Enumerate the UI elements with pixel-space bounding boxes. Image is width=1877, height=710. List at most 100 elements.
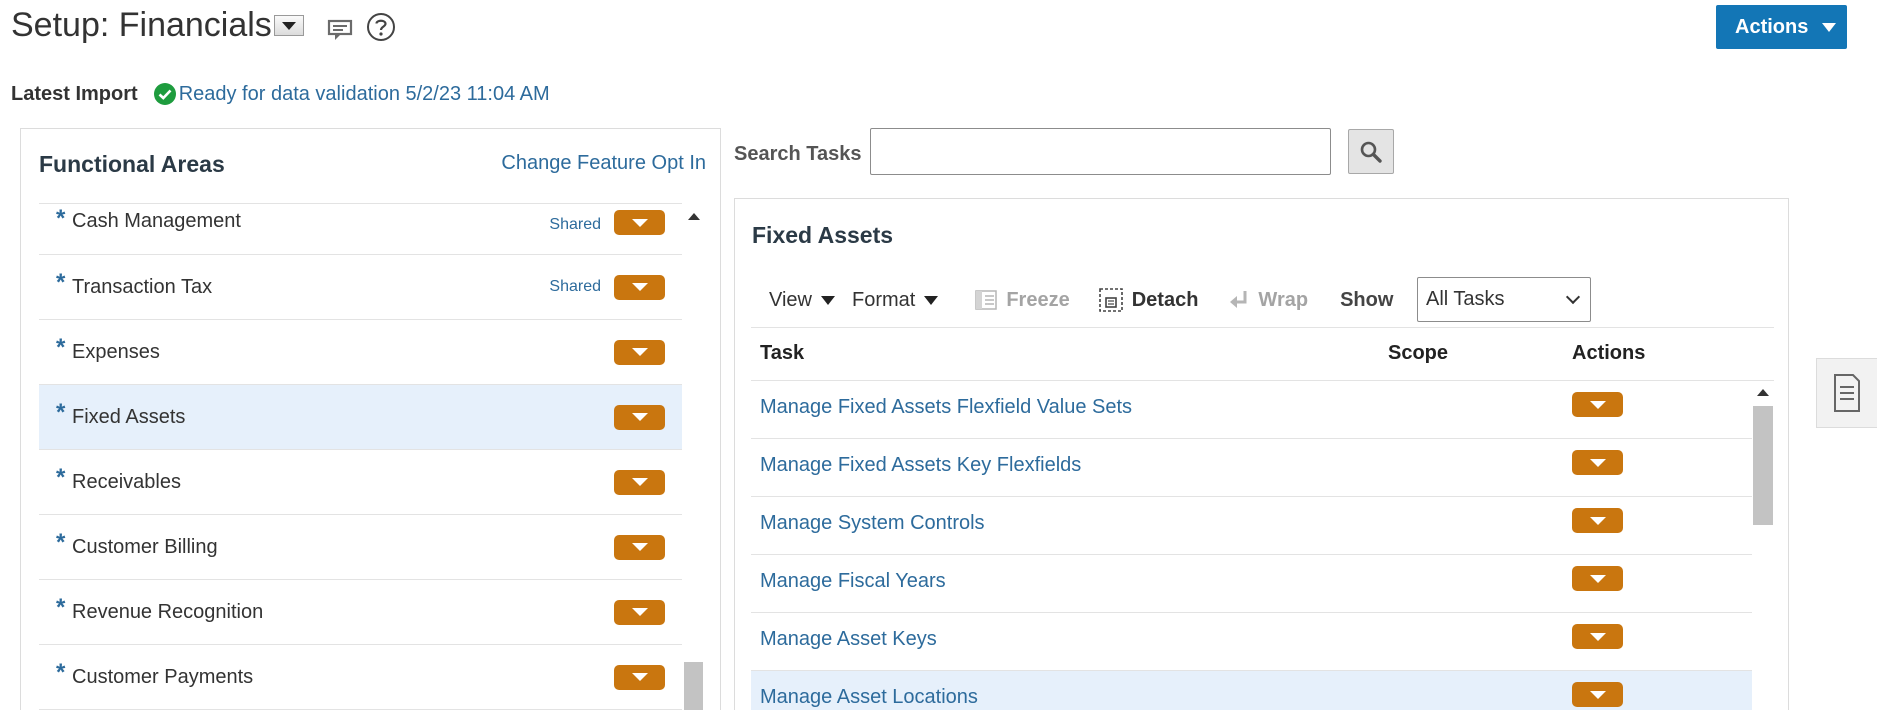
show-filter-select[interactable]: All Tasks [1417, 277, 1591, 322]
caret-down-icon [631, 543, 648, 551]
functional-area-item[interactable]: * Revenue Recognition [39, 580, 682, 645]
functional-area-item[interactable]: * Receivables [39, 450, 682, 515]
task-link[interactable]: Manage Asset Locations [760, 686, 978, 709]
caret-down-icon [282, 21, 296, 30]
row-actions-button[interactable] [614, 339, 665, 365]
scroll-up-icon[interactable] [1757, 389, 1769, 396]
detach-label: Detach [1131, 288, 1199, 311]
required-marker: * [56, 529, 66, 556]
format-menu[interactable]: Format [852, 288, 939, 312]
latest-import: Latest Import Ready for data validation … [11, 82, 550, 106]
search-tasks-label: Search Tasks [734, 143, 862, 165]
view-menu[interactable]: View [769, 289, 835, 312]
functional-area-item[interactable]: * Cash Management Shared [39, 204, 682, 255]
required-marker: * [56, 269, 66, 296]
search-tasks-input[interactable] [870, 128, 1331, 175]
functional-area-name[interactable]: Fixed Assets [72, 406, 185, 429]
functional-area-name[interactable]: Receivables [72, 471, 181, 494]
functional-area-name[interactable]: Expenses [72, 341, 160, 364]
functional-areas-title: Functional Areas [39, 151, 225, 177]
row-actions-button[interactable] [614, 274, 665, 300]
scrollbar-thumb[interactable] [684, 662, 703, 710]
table-row[interactable]: Manage Asset Keys [751, 613, 1752, 671]
caret-down-icon [1589, 632, 1606, 641]
change-feature-opt-in-link[interactable]: Change Feature Opt In [501, 152, 706, 175]
caret-down-icon [1589, 516, 1606, 525]
functional-area-item[interactable]: * Transaction Tax Shared [39, 255, 682, 320]
actions-button[interactable]: Actions [1716, 5, 1847, 49]
tasks-table-body: Manage Fixed Assets Flexfield Value Sets… [751, 381, 1752, 710]
task-link[interactable]: Manage System Controls [760, 512, 985, 535]
row-actions-button[interactable] [1572, 450, 1623, 475]
functional-areas-panel: Functional Areas Change Feature Opt In *… [20, 128, 721, 710]
row-actions-button[interactable] [614, 210, 665, 235]
column-header-scope[interactable]: Scope [1388, 342, 1448, 365]
functional-area-name[interactable]: Revenue Recognition [72, 601, 263, 624]
freeze-button[interactable]: Freeze [974, 288, 1070, 312]
functional-area-item[interactable]: * Customer Payments [39, 645, 682, 710]
messages-icon[interactable] [326, 16, 356, 44]
caret-down-icon [631, 673, 648, 681]
required-marker: * [56, 334, 66, 361]
row-actions-button[interactable] [614, 534, 665, 560]
wrap-button[interactable]: Wrap [1228, 288, 1308, 312]
task-link[interactable]: Manage Fiscal Years [760, 570, 946, 593]
latest-import-label: Latest Import [11, 82, 138, 105]
functional-area-name[interactable]: Cash Management [72, 210, 241, 233]
functional-area-item[interactable]: * Customer Billing [39, 515, 682, 580]
row-actions-button[interactable] [614, 664, 665, 690]
functional-area-name[interactable]: Customer Billing [72, 536, 218, 559]
scroll-up-icon[interactable] [688, 213, 700, 220]
help-icon[interactable] [366, 12, 396, 42]
search-button[interactable] [1348, 129, 1394, 174]
required-marker: * [56, 205, 66, 232]
row-actions-button[interactable] [614, 599, 665, 625]
row-actions-button[interactable] [1572, 566, 1623, 591]
tasks-table-scrollbar[interactable] [1751, 381, 1774, 710]
document-icon [1834, 374, 1860, 412]
required-marker: * [56, 399, 66, 426]
scrollbar-thumb[interactable] [1753, 406, 1773, 525]
required-marker: * [56, 464, 66, 491]
functional-area-item[interactable]: * Expenses [39, 320, 682, 385]
row-actions-button[interactable] [614, 469, 665, 495]
functional-area-item-selected[interactable]: * Fixed Assets [39, 385, 682, 450]
caret-down-icon [631, 478, 648, 486]
side-panel-tab[interactable] [1816, 358, 1877, 428]
row-actions-button[interactable] [1572, 682, 1623, 707]
functional-areas-list: * Cash Management Shared * Transaction T… [39, 203, 682, 710]
table-toolbar: View Format Freeze Detach Wrap Show [769, 285, 1393, 315]
table-row[interactable]: Manage Fixed Assets Key Flexfields [751, 439, 1752, 497]
freeze-icon [975, 290, 998, 310]
column-header-task[interactable]: Task [760, 342, 804, 365]
table-row[interactable]: Manage Fixed Assets Flexfield Value Sets [751, 381, 1752, 439]
detach-button[interactable]: Detach [1098, 287, 1199, 313]
task-link[interactable]: Manage Fixed Assets Key Flexfields [760, 454, 1081, 477]
table-row[interactable]: Manage System Controls [751, 497, 1752, 555]
show-filter-value: All Tasks [1426, 288, 1505, 310]
caret-down-icon [631, 218, 648, 227]
title-dropdown-button[interactable] [274, 15, 304, 36]
row-actions-button[interactable] [1572, 508, 1623, 533]
caret-down-icon [1822, 22, 1837, 32]
import-status-link[interactable]: Ready for data validation 5/2/23 11:04 A… [179, 83, 550, 106]
functional-area-name[interactable]: Customer Payments [72, 666, 253, 689]
chevron-down-icon [1565, 289, 1581, 305]
caret-down-icon [1589, 690, 1606, 699]
wrap-label: Wrap [1258, 288, 1309, 311]
task-link[interactable]: Manage Asset Keys [760, 628, 937, 651]
table-row-selected[interactable]: Manage Asset Locations [751, 671, 1752, 710]
row-actions-button[interactable] [614, 404, 665, 430]
shared-link[interactable]: Shared [549, 216, 601, 234]
row-actions-button[interactable] [1572, 624, 1623, 649]
functional-area-name[interactable]: Transaction Tax [72, 276, 212, 299]
wrap-icon [1230, 291, 1247, 308]
functional-areas-scrollbar[interactable] [683, 203, 703, 710]
format-menu-label: Format [852, 288, 916, 311]
search-icon [1360, 141, 1382, 163]
task-link[interactable]: Manage Fixed Assets Flexfield Value Sets [760, 396, 1132, 419]
shared-link[interactable]: Shared [549, 278, 601, 296]
view-menu-label: View [769, 288, 812, 311]
row-actions-button[interactable] [1572, 392, 1623, 417]
table-row[interactable]: Manage Fiscal Years [751, 555, 1752, 613]
